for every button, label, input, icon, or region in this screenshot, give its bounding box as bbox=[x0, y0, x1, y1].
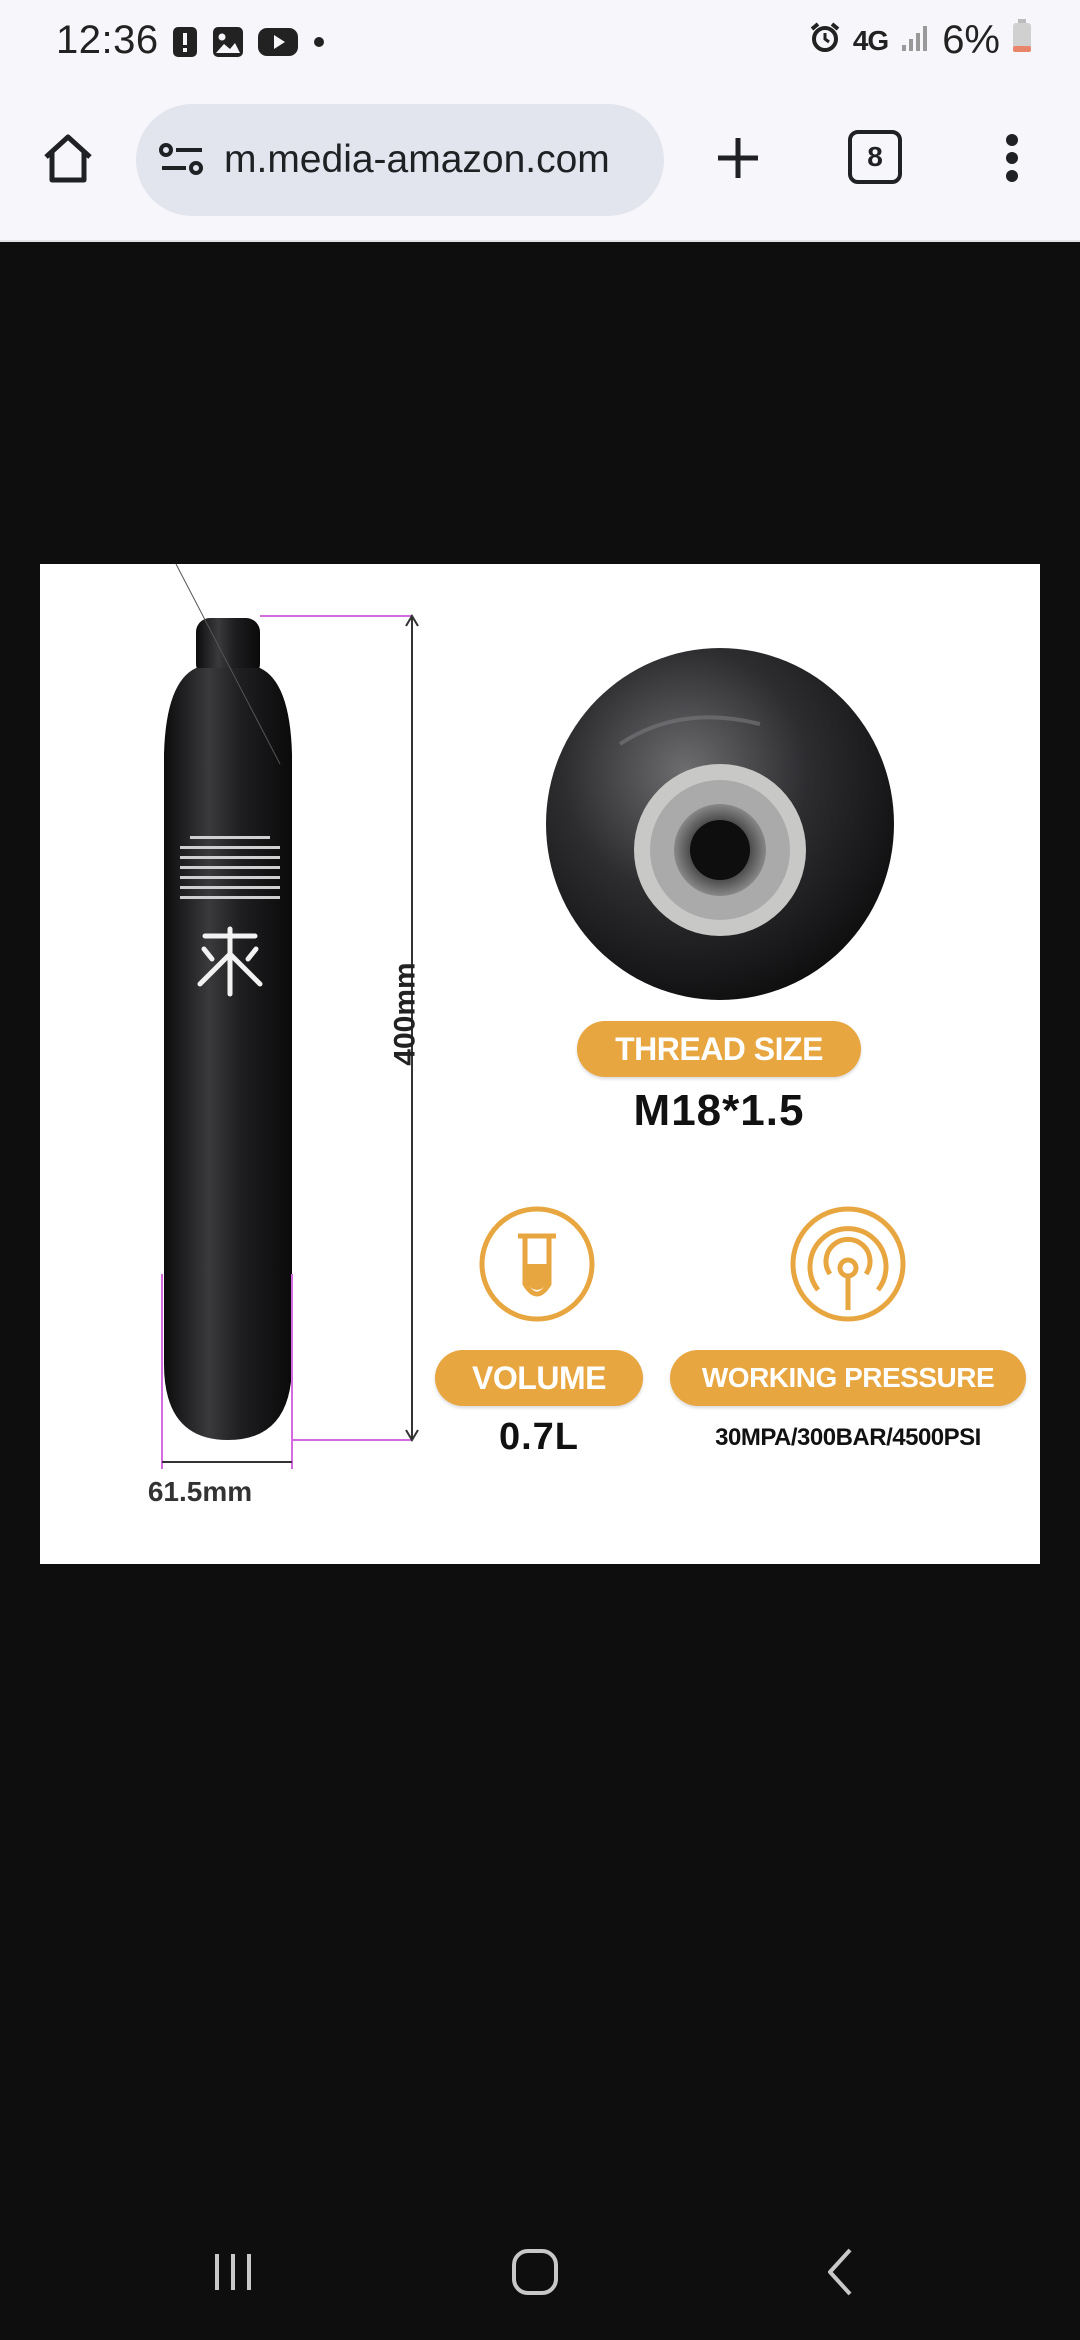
home-nav-button[interactable] bbox=[495, 2234, 575, 2314]
url-text[interactable]: m.media-amazon.com bbox=[224, 138, 646, 182]
test-tube-icon bbox=[479, 1206, 595, 1322]
diameter-dimension-label: 61.5mm bbox=[147, 1476, 253, 1507]
youtube-icon bbox=[258, 27, 298, 62]
dot-icon bbox=[312, 35, 326, 54]
recent-apps-icon bbox=[209, 2248, 257, 2301]
home-circle-icon bbox=[509, 2246, 561, 2303]
thread-size-value: M18*1.5 bbox=[633, 1086, 805, 1135]
network-icon: 4G bbox=[852, 24, 889, 56]
product-illustration bbox=[161, 564, 906, 1469]
product-image[interactable]: 400mm 61.5mm THREAD SIZE M18*1.5 VOLUME … bbox=[40, 564, 1040, 1564]
alert-icon bbox=[172, 26, 198, 63]
working-pressure-value: 30MPA/300BAR/4500PSI bbox=[715, 1424, 981, 1451]
plus-icon bbox=[714, 134, 762, 187]
status-time: 12:36 bbox=[56, 18, 159, 62]
signal-icon bbox=[900, 18, 930, 63]
cylinder-graphic bbox=[164, 564, 292, 1440]
more-vert-icon bbox=[1004, 132, 1020, 189]
tabs-icon: 8 bbox=[848, 130, 902, 184]
image-icon bbox=[212, 26, 244, 63]
url-bar[interactable]: m.media-amazon.com bbox=[136, 104, 664, 216]
alarm-icon bbox=[809, 18, 841, 63]
working-pressure-badge: WORKING PRESSURE bbox=[670, 1350, 1026, 1406]
thread-cap-graphic bbox=[546, 648, 894, 1000]
home-icon bbox=[40, 130, 96, 191]
volume-badge: VOLUME bbox=[435, 1350, 643, 1406]
battery-icon bbox=[1012, 18, 1032, 63]
tune-icon[interactable] bbox=[158, 140, 206, 185]
recent-apps-button[interactable] bbox=[193, 2234, 273, 2314]
pressure-gauge-icon bbox=[790, 1206, 906, 1322]
volume-value: 0.7L bbox=[498, 1416, 580, 1458]
tab-count: 8 bbox=[867, 141, 883, 172]
status-bar: 12:36 4G 6% bbox=[0, 0, 1080, 88]
home-button[interactable] bbox=[36, 128, 100, 192]
new-tab-button[interactable] bbox=[706, 128, 770, 192]
back-icon bbox=[820, 2246, 860, 2303]
browser-toolbar: m.media-amazon.com 8 bbox=[0, 88, 1080, 242]
height-dimension-label: 400mm bbox=[389, 962, 422, 1066]
status-notification-icons bbox=[172, 26, 326, 63]
status-system-icons: 4G 6% bbox=[809, 18, 1032, 63]
back-button[interactable] bbox=[800, 2234, 880, 2314]
browser-menu-button[interactable] bbox=[990, 128, 1034, 192]
tab-switcher-button[interactable]: 8 bbox=[848, 130, 908, 190]
system-nav-bar bbox=[0, 2200, 1080, 2340]
thread-size-badge: THREAD SIZE bbox=[577, 1021, 861, 1077]
battery-text: 6% bbox=[942, 18, 1000, 62]
